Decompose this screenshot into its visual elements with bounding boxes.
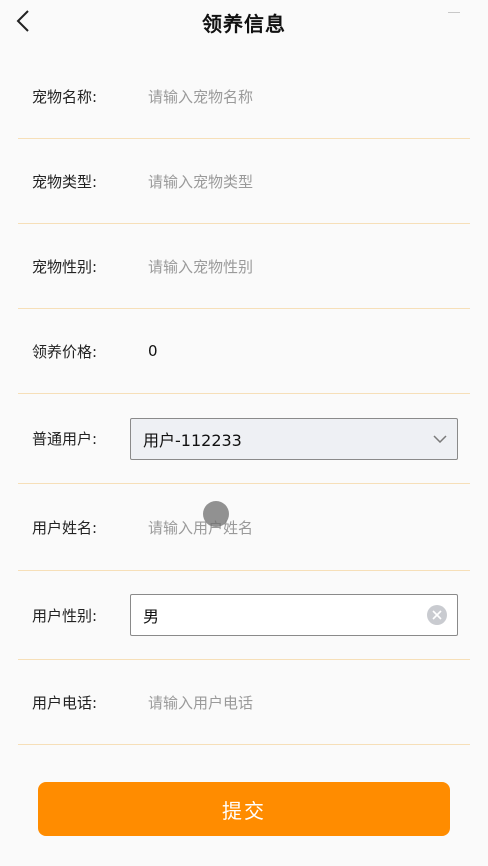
header-bar: 领养信息: [0, 0, 488, 46]
pet-gender-input[interactable]: 请输入宠物性别: [148, 224, 460, 308]
pet-type-row: 宠物类型: 请输入宠物类型: [18, 139, 470, 224]
pet-type-input[interactable]: 请输入宠物类型: [148, 139, 460, 223]
user-select[interactable]: 用户-112233: [130, 417, 458, 460]
user-gender-label: 用户性别:: [32, 606, 98, 625]
user-name-row: 用户姓名: 请输入用户姓名: [18, 484, 470, 571]
user-phone-label: 用户电话:: [32, 693, 98, 712]
touch-indicator: [203, 501, 229, 527]
user-name-input[interactable]: 请输入用户姓名: [148, 484, 460, 570]
window-minimize-mark: [448, 12, 460, 13]
submit-button[interactable]: 提交: [38, 782, 450, 836]
user-row: 普通用户: 用户-112233: [18, 394, 470, 484]
adoption-form: 宠物名称: 请输入宠物名称 宠物类型: 请输入宠物类型 宠物性别: 请输入宠物性…: [18, 54, 470, 745]
pet-name-row: 宠物名称: 请输入宠物名称: [18, 54, 470, 139]
pet-name-label: 宠物名称:: [32, 87, 98, 106]
price-row: 领养价格: 0: [18, 309, 470, 394]
price-value: 0: [148, 342, 158, 360]
user-gender-value: 男: [143, 607, 160, 626]
user-name-label: 用户姓名:: [32, 518, 98, 537]
pet-gender-label: 宠物性别:: [32, 257, 98, 276]
chevron-down-icon: [433, 434, 447, 444]
user-phone-row: 用户电话: 请输入用户电话: [18, 660, 470, 745]
price-label: 领养价格:: [32, 342, 98, 361]
page-title: 领养信息: [202, 12, 286, 36]
user-select-value: 用户-112233: [143, 430, 242, 450]
user-phone-input[interactable]: 请输入用户电话: [148, 660, 460, 744]
pet-name-input[interactable]: 请输入宠物名称: [148, 54, 460, 138]
pet-type-label: 宠物类型:: [32, 172, 98, 191]
user-gender-row: 用户性别: 男: [18, 571, 470, 660]
user-label: 普通用户:: [32, 430, 98, 448]
adoption-info-page: 领养信息 宠物名称: 请输入宠物名称 宠物类型: 请输入宠物类型 宠物性别: 请…: [0, 0, 488, 866]
pet-gender-row: 宠物性别: 请输入宠物性别: [18, 224, 470, 309]
clear-icon[interactable]: [427, 605, 447, 625]
user-gender-input[interactable]: 男: [130, 594, 458, 636]
